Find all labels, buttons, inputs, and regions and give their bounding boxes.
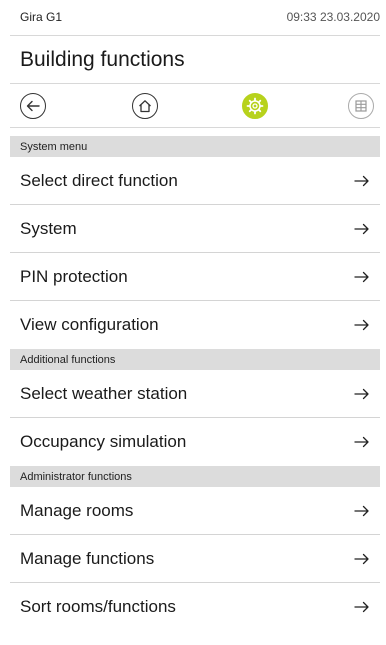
device-screen: Gira G1 09:33 23.03.2020 Building functi… — [10, 0, 380, 645]
grid-icon — [355, 100, 367, 112]
arrow-left-icon — [26, 100, 40, 112]
page-title: Building functions — [10, 36, 380, 84]
arrow-right-icon — [354, 504, 370, 518]
clock-date: 09:33 23.03.2020 — [286, 10, 380, 24]
arrow-right-icon — [354, 318, 370, 332]
status-bar: Gira G1 09:33 23.03.2020 — [10, 0, 380, 36]
menu-item-label: View configuration — [20, 315, 159, 334]
menu-item-label: Occupancy simulation — [20, 432, 187, 451]
menu-item-label: Manage rooms — [20, 500, 134, 520]
section-header-additional-functions: Additional functions — [10, 349, 380, 370]
back-button[interactable] — [20, 93, 46, 119]
arrow-right-icon — [354, 387, 370, 401]
settings-button[interactable] — [242, 93, 268, 119]
menu-item-label: Sort rooms/functions — [20, 597, 176, 616]
menu-item-label: Manage functions — [20, 548, 155, 568]
menu-item-occupancy-simulation[interactable]: Occupancy simulation — [10, 418, 380, 466]
arrow-right-icon — [354, 270, 370, 284]
menu-item-select-direct-function[interactable]: Select direct function — [10, 157, 380, 205]
menu-item-manage-rooms[interactable]: Manage rooms — [10, 487, 380, 535]
arrow-right-icon — [354, 174, 370, 188]
menu-item-pin-protection[interactable]: PIN protection — [10, 253, 380, 301]
arrow-right-icon — [354, 222, 370, 236]
menu-item-sort-rooms-functions[interactable]: Sort rooms/functions — [10, 583, 380, 631]
home-button[interactable] — [132, 93, 158, 119]
arrow-right-icon — [354, 552, 370, 566]
grid-button[interactable] — [348, 93, 374, 119]
arrow-right-icon — [354, 600, 370, 614]
menu-item-view-configuration[interactable]: View configuration — [10, 301, 380, 349]
nav-bar — [10, 84, 380, 128]
menu-item-manage-functions[interactable]: Manage functions — [10, 535, 380, 583]
menu-item-label: Select direct function — [20, 170, 178, 190]
section-header-administrator-functions: Administrator functions — [10, 466, 380, 487]
menu-item-system[interactable]: System — [10, 205, 380, 253]
section-header-system-menu: System menu — [10, 136, 380, 157]
home-icon — [139, 100, 151, 113]
menu-item-label: System — [20, 218, 77, 238]
menu-item-label: Select weather station — [20, 383, 188, 403]
arrow-right-icon — [354, 435, 370, 449]
gear-icon — [246, 97, 264, 115]
device-name: Gira G1 — [20, 10, 63, 24]
menu-item-select-weather-station[interactable]: Select weather station — [10, 370, 380, 418]
menu-item-label: PIN protection — [20, 266, 128, 286]
